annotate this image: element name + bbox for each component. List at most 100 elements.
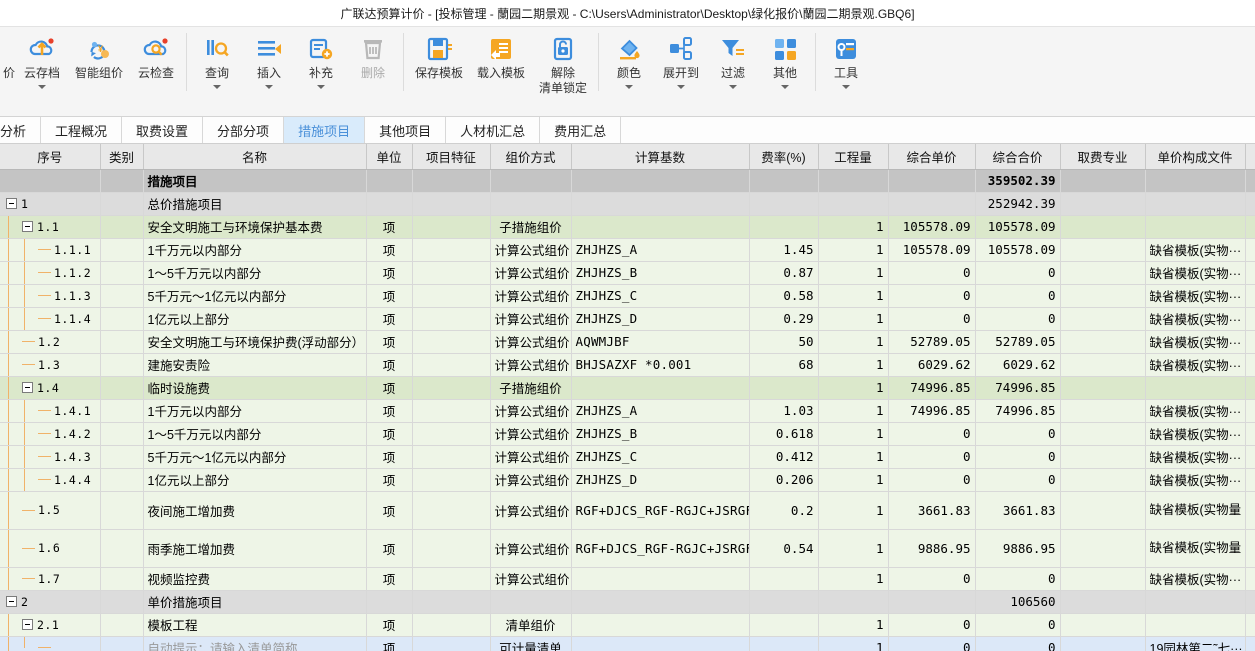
tab-4[interactable]: 措施项目 [284,117,366,143]
cell-qty[interactable]: 1 [818,491,889,530]
cell-name[interactable]: 1千万元以内部分 [143,238,367,262]
cell-total[interactable]: 105578.09 [975,215,1061,239]
cell-qty[interactable]: 1 [818,353,889,377]
cell-price[interactable]: 74996.85 [888,376,976,400]
tab-6[interactable]: 人材机汇总 [446,117,541,143]
cell-name[interactable]: 措施项目 [143,169,367,193]
table-header-base[interactable]: 计算基数 [571,144,750,170]
cell-name[interactable]: 安全文明施工与环境保护基本费 [143,215,367,239]
cell-rate[interactable]: 0.58 [749,284,819,308]
cell-mode[interactable]: 清单组价 [490,613,572,637]
table-header-feat[interactable]: 项目特征 [412,144,491,170]
cell-price[interactable]: 0 [888,445,976,469]
cell-cat[interactable] [100,307,144,331]
cell-prof[interactable] [1060,192,1146,216]
cell-total[interactable]: 0 [975,567,1061,591]
cell-base[interactable]: ZHJHZS_C [571,445,750,469]
cell-base[interactable]: RGF+DJCS_RGF-RGJC+JSRGF +DJCS_JSRGF-JSRG… [571,491,750,530]
table-header-pad[interactable] [1245,144,1255,170]
cell-prof[interactable] [1060,330,1146,354]
cell-base[interactable] [571,169,750,193]
cell-rate[interactable]: 0.29 [749,307,819,331]
table-row[interactable]: 1.4.4 1亿元以上部分项计算公式组价 ZHJHZS_D 0.206 1 0 0 缺省模板(… [0,468,1255,492]
table-row[interactable]: 1 总价措施项目 252942.39 [0,192,1255,216]
cell-feat[interactable] [412,284,491,308]
table-header-prof[interactable]: 取费专业 [1060,144,1146,170]
cell-mode[interactable] [490,192,572,216]
cell-feat[interactable] [412,376,491,400]
cell-unit[interactable]: 项 [366,491,413,530]
ribbon-button-tools[interactable]: 工具 [820,27,872,89]
cell-file[interactable]: 缺省模板(实物量 或计算公式组价) [1145,491,1246,530]
row-sequence-cell[interactable]: 1.5 [0,491,101,530]
cell-qty[interactable] [818,590,889,614]
row-sequence-cell[interactable]: 1.4.1 [0,399,101,423]
cell-name[interactable]: 1千万元以内部分 [143,399,367,423]
cell-prof[interactable] [1060,468,1146,492]
cell-cat[interactable] [100,399,144,423]
cell-feat[interactable] [412,422,491,446]
cell-prof[interactable] [1060,307,1146,331]
cell-prof[interactable] [1060,261,1146,285]
chevron-down-icon[interactable] [317,85,325,89]
cell-cat[interactable] [100,590,144,614]
cell-rate[interactable] [749,613,819,637]
cell-file[interactable]: 缺省模板(实物··· [1145,353,1246,377]
table-row[interactable]: 1.4.2 1～5千万元以内部分项计算公式组价 ZHJHZS_B 0.618 1 0 0 缺省… [0,422,1255,446]
table-row[interactable]: 自动提示：请输入清单简称项可计量清单 1 0 0 19园林第二˜七··· [0,636,1255,651]
chevron-down-icon[interactable] [842,85,850,89]
table-row[interactable]: 1.2 安全文明施工与环境保护费(浮动部分）项计算公式组价 AQWMJBF 50 1 52… [0,330,1255,354]
cell-feat[interactable] [412,567,491,591]
cell-cat[interactable] [100,238,144,262]
cell-feat[interactable] [412,399,491,423]
row-sequence-cell[interactable]: 1.7 [0,567,101,591]
cell-name[interactable]: 临时设施费 [143,376,367,400]
chevron-down-icon[interactable] [677,85,685,89]
chevron-down-icon[interactable] [213,85,221,89]
cell-price[interactable]: 0 [888,307,976,331]
table-row[interactable]: 1.1.2 1～5千万元以内部分项计算公式组价 ZHJHZS_B 0.87 1 0 0 缺省模… [0,261,1255,285]
table-row[interactable]: 1.3 建施安责险项计算公式组价 BHJSAZXF *0.001 68 1 6029.62… [0,353,1255,377]
cell-price[interactable] [888,590,976,614]
table-row[interactable]: 1.4.1 1千万元以内部分项计算公式组价 ZHJHZS_A 1.03 1 74996.8… [0,399,1255,423]
chevron-down-icon[interactable] [38,85,46,89]
cell-base[interactable]: ZHJHZS_B [571,261,750,285]
cell-qty[interactable]: 1 [818,376,889,400]
cell-base[interactable] [571,192,750,216]
row-sequence-cell[interactable]: 1 [0,192,101,216]
cell-file[interactable]: 缺省模板(实物量 或计算公式组价) [1145,529,1246,568]
cell-file[interactable]: 缺省模板(实物··· [1145,468,1246,492]
ribbon-button-insert[interactable]: 插入 [243,27,295,89]
cell-feat[interactable] [412,491,491,530]
chevron-down-icon[interactable] [625,85,633,89]
cell-unit[interactable] [366,590,413,614]
cell-mode[interactable]: 子措施组价 [490,215,572,239]
table-header-cat[interactable]: 类别 [100,144,144,170]
table-row[interactable]: 1.5 夜间施工增加费项 计算公式组价 RGF+DJCS_RGF-RGJC+JSRGF… [0,491,1255,530]
cell-price[interactable]: 0 [888,567,976,591]
cell-price[interactable]: 6029.62 [888,353,976,377]
cell-feat[interactable] [412,468,491,492]
cell-file[interactable]: 19园林第二˜七··· [1145,636,1246,651]
cell-price[interactable]: 3661.83 [888,491,976,530]
row-sequence-cell[interactable]: 1.4.4 [0,468,101,492]
cell-prof[interactable] [1060,215,1146,239]
table-header-mode[interactable]: 组价方式 [490,144,572,170]
table-header-total[interactable]: 综合合价 [975,144,1061,170]
cell-unit[interactable]: 项 [366,376,413,400]
cell-price[interactable]: 9886.95 [888,529,976,568]
table-row[interactable]: 2.1 模板工程项清单组价 1 0 0 [0,613,1255,637]
cell-unit[interactable] [366,192,413,216]
cell-prof[interactable] [1060,169,1146,193]
cell-qty[interactable]: 1 [818,567,889,591]
cell-cat[interactable] [100,468,144,492]
cell-feat[interactable] [412,590,491,614]
cell-rate[interactable]: 0.618 [749,422,819,446]
cell-mode[interactable]: 计算公式组价 [490,567,572,591]
cell-unit[interactable]: 项 [366,613,413,637]
cell-total[interactable]: 359502.39 [975,169,1061,193]
cell-total[interactable]: 52789.05 [975,330,1061,354]
cell-unit[interactable]: 项 [366,238,413,262]
cell-price[interactable]: 0 [888,261,976,285]
cell-unit[interactable]: 项 [366,422,413,446]
